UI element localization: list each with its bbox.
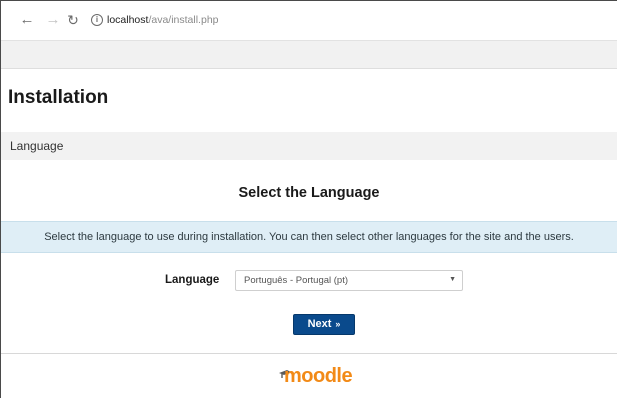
browser-window: ← → ↻ i localhost/ava/install.php Instal… (0, 0, 617, 398)
language-label: Language (165, 274, 220, 286)
page-title: Installation (8, 87, 109, 108)
address-bar[interactable]: localhost/ava/install.php (107, 14, 219, 27)
language-select-value: Português - Portugal (pt) (244, 275, 349, 286)
next-button-label: Next (307, 318, 332, 330)
browser-toolbar: ← → ↻ i localhost/ava/install.php (1, 1, 617, 41)
info-text: Select the language to use during instal… (44, 231, 574, 243)
url-host: localhost (107, 14, 149, 26)
reload-icon[interactable]: ↻ (65, 11, 81, 29)
url-path: /ava/install.php (148, 14, 219, 26)
next-button[interactable]: Next» (293, 314, 355, 335)
info-icon[interactable]: i (91, 14, 103, 26)
chevron-down-icon: ▼ (449, 276, 456, 283)
footer-divider (1, 353, 617, 354)
forward-arrow-icon[interactable]: → (45, 11, 61, 29)
bookmarks-bar (1, 41, 617, 69)
info-box: Select the language to use during instal… (1, 221, 617, 253)
logo-text: moodle (284, 365, 353, 387)
next-arrow-icon: » (335, 319, 341, 329)
section-heading: Select the Language (238, 185, 380, 201)
stage-bar: Language (1, 132, 617, 160)
back-arrow-icon[interactable]: ← (19, 11, 35, 29)
stage-label: Language (10, 139, 64, 153)
language-select[interactable]: Português - Portugal (pt) ▼ (235, 270, 463, 291)
